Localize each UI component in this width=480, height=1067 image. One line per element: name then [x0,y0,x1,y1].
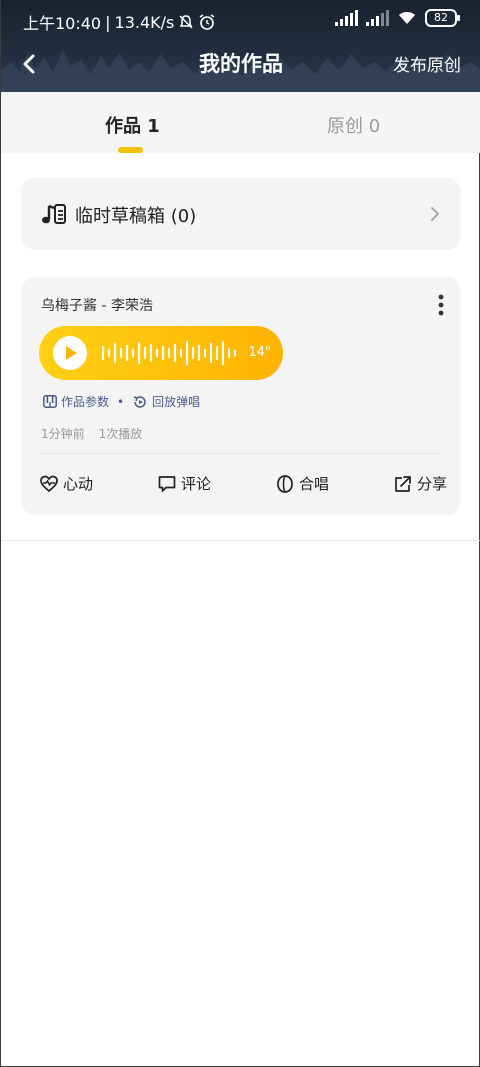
status-time: 上午10:40 [23,14,102,33]
share-button[interactable]: 分享 [393,473,447,494]
alarm-icon [199,14,215,30]
work-params-label: 作品参数 [61,395,110,409]
chevron-right-icon [431,207,439,221]
work-meta-links: 作品参数 • 回放弹唱 [43,393,200,410]
chorus-icon [277,474,293,493]
chorus-button[interactable]: 合唱 [275,473,329,494]
battery-icon: 82 [425,9,460,27]
tab-active-indicator [118,147,143,153]
comment-label: 评论 [181,475,212,493]
work-play-count: 1次播放 [98,427,143,441]
work-actions: 心动 评论 合唱 分享 [21,473,461,497]
audio-duration: 14" [248,345,271,360]
meta-dot-separator: • [117,394,125,409]
draft-box-row[interactable]: 临时草稿箱 (0) [21,178,461,250]
work-stats: 1分钟前 1次播放 [41,425,142,442]
comment-button[interactable]: 评论 [157,473,211,494]
replay-icon [133,395,146,408]
navigation-bar: 我的作品 发布原创 [1,40,480,92]
replay-link[interactable]: 回放弹唱 [132,393,200,410]
header: 上午10:40 | 13.4K/s 82 我的作品 发布原创 [1,0,480,92]
content-separator [1,540,480,541]
comment-icon [158,475,176,492]
like-label: 心动 [63,475,94,493]
work-time-ago: 1分钟前 [41,427,85,441]
chorus-label: 合唱 [299,475,330,493]
tab-original[interactable]: 原创 0 [327,112,380,138]
share-label: 分享 [417,475,448,493]
heart-pulse-icon [40,475,58,492]
signal-icon [335,10,358,26]
status-separator: | [105,12,111,32]
tab-works[interactable]: 作品 1 [105,112,160,138]
tab-bar: 作品 1 原创 0 [1,92,480,153]
waveform-icon [101,340,237,366]
card-divider [41,453,441,454]
network-speed: 13.4K/s [114,12,175,32]
draft-box-label: 临时草稿箱 (0) [75,206,197,227]
signal-icon-2 [366,10,389,26]
piano-keys-icon [43,395,57,408]
mute-bell-icon [179,15,193,29]
status-bar: 上午10:40 | 13.4K/s 82 [1,0,480,40]
work-title: 乌梅子酱 - 李荣浩 [41,298,153,314]
like-button[interactable]: 心动 [39,473,93,494]
music-note-list-icon [42,204,66,224]
replay-label: 回放弹唱 [152,395,201,409]
publish-original-button[interactable]: 发布原创 [393,51,461,76]
share-icon [395,475,411,492]
work-card: 乌梅子酱 - 李荣浩 14" 作品参数 • 回放弹唱 1分钟前 1次播放 心动 … [21,277,461,515]
wifi-icon [399,12,415,24]
work-params-link[interactable]: 作品参数 [43,393,109,410]
play-button[interactable] [53,336,87,370]
audio-player[interactable]: 14" [39,326,283,380]
more-options-icon[interactable] [437,294,445,316]
